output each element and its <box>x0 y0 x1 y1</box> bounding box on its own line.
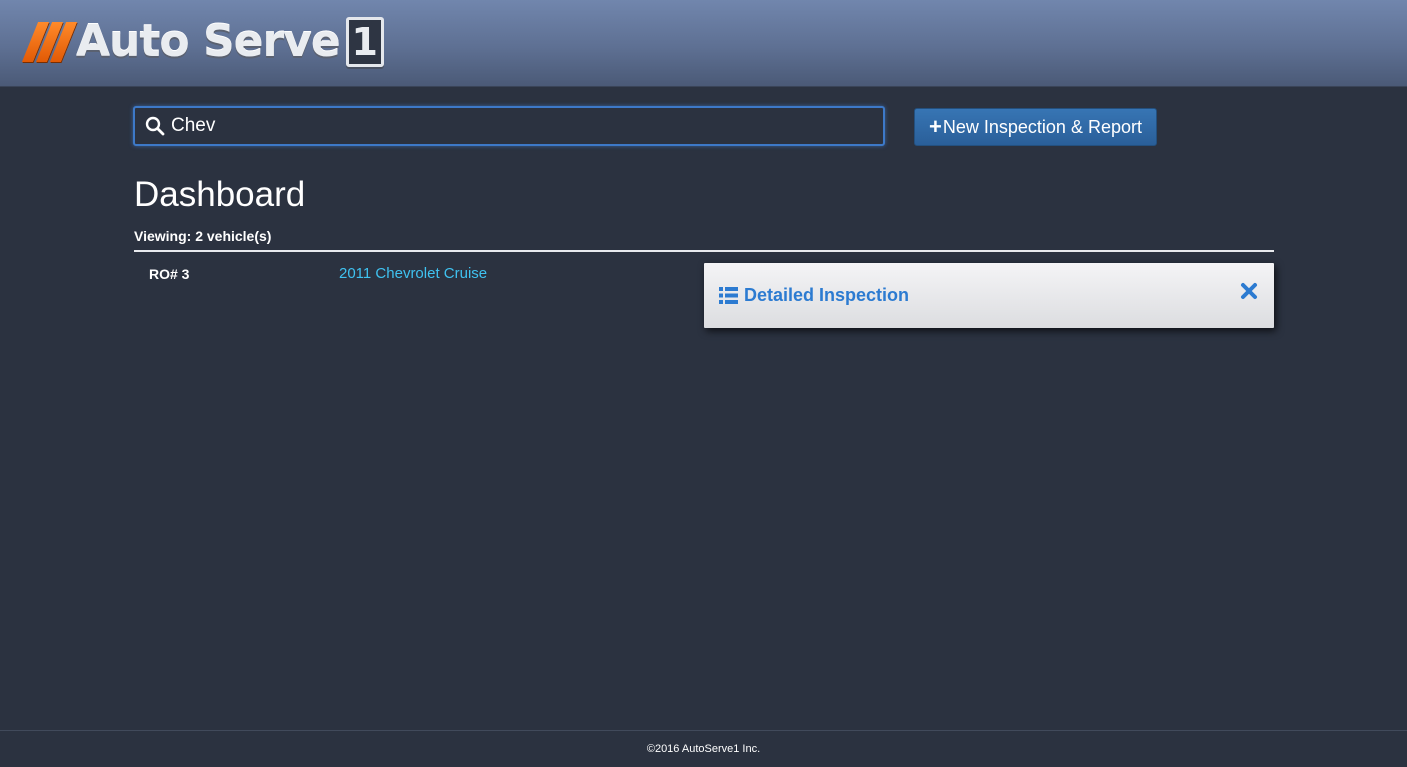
plus-icon: + <box>929 114 942 139</box>
search-input[interactable] <box>171 110 851 142</box>
autoserve1-logo[interactable]: Auto Serve 1 <box>21 14 384 70</box>
logo-text: Auto Serve <box>76 16 341 67</box>
new-inspection-report-label: New Inspection & Report <box>942 116 1142 137</box>
copyright-text: ©2016 AutoServe1 Inc. <box>646 743 761 755</box>
app-header: Auto Serve 1 <box>0 0 1407 87</box>
search-bar[interactable] <box>133 106 885 146</box>
detailed-inspection-link[interactable]: Detailed Inspection <box>719 285 909 306</box>
table-row: RO# 3 2011 Chevrolet Cruise <box>134 262 694 286</box>
page-title: Dashboard <box>134 175 306 214</box>
logo-stripes <box>21 22 78 62</box>
close-icon[interactable] <box>1240 282 1258 300</box>
list-icon <box>719 287 738 304</box>
footer: ©2016 AutoServe1 Inc. <box>0 730 1407 767</box>
vehicle-link[interactable]: 2011 Chevrolet Cruise <box>339 265 487 282</box>
new-inspection-report-button[interactable]: + New Inspection & Report <box>914 108 1157 146</box>
vehicle-count: Viewing: 2 vehicle(s) <box>134 228 272 244</box>
divider <box>134 250 1274 252</box>
search-icon <box>145 116 165 136</box>
logo-number-box: 1 <box>345 17 384 67</box>
repair-order-number: RO# 3 <box>149 266 190 282</box>
detailed-inspection-popup: Detailed Inspection <box>704 263 1274 328</box>
popup-title: Detailed Inspection <box>744 285 910 305</box>
